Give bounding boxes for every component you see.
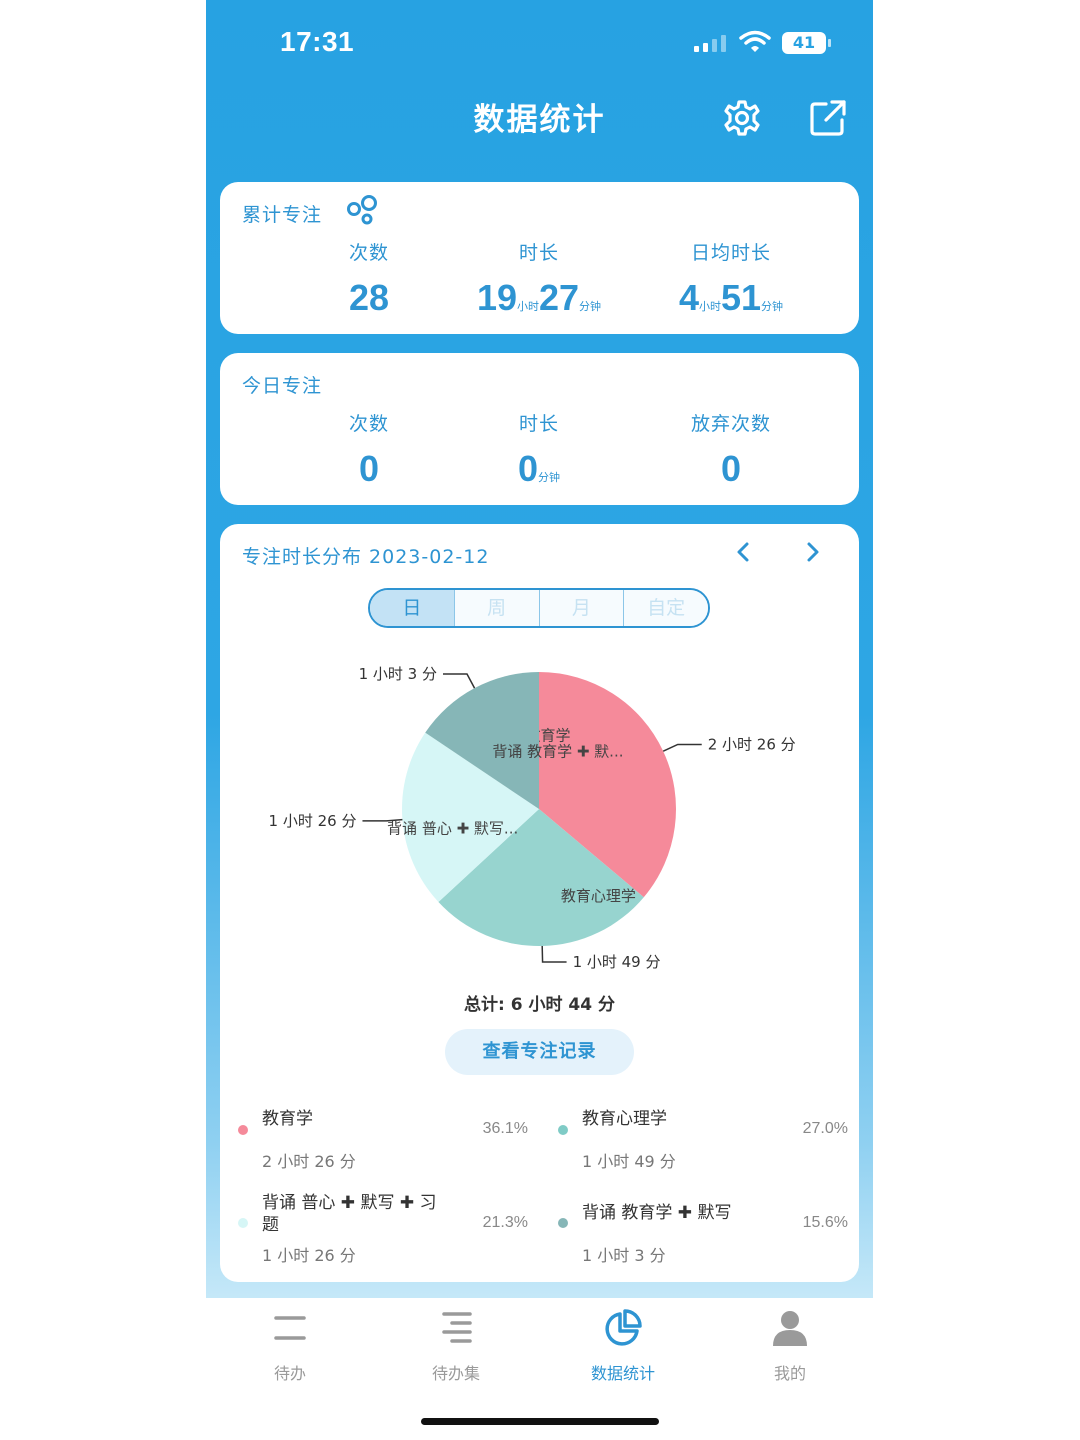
- legend-name: 背诵 教育学 ✚ 默写: [582, 1203, 732, 1223]
- pie-leader-line: [443, 673, 476, 689]
- cumulative-duration-hours: 19: [476, 277, 517, 318]
- person-icon: [773, 1311, 807, 1346]
- share-icon[interactable]: [808, 98, 848, 138]
- pie-slice-duration: 1 小时 49 分: [573, 953, 661, 971]
- status-time: 17:31: [280, 26, 355, 57]
- pie-slice-name: 背诵 普心 ✚ 默写...: [387, 819, 518, 837]
- view-records-button[interactable]: 查看专注记录: [445, 1029, 634, 1075]
- daily-average-minutes: 51: [720, 277, 762, 318]
- daily-average-hours: 4: [678, 277, 699, 318]
- daily-average-label: 日均时长: [690, 242, 771, 264]
- cumulative-duration-column: 时长 19小时27分钟: [439, 238, 639, 319]
- tab-label: 待办: [273, 1364, 306, 1383]
- today-duration-value: 0分钟: [439, 448, 639, 490]
- period-segmented-control: 日 周 月 自定: [368, 588, 710, 628]
- daily-average-column: 日均时长 4小时51分钟: [631, 238, 831, 319]
- minute-unit: 分钟: [579, 300, 602, 313]
- legend-name: 背诵 普心 ✚ 默写 ✚ 习题: [262, 1193, 437, 1235]
- pie-slice-duration: 2 小时 26 分: [708, 735, 796, 753]
- legend-dot: [558, 1125, 568, 1135]
- phone-screen: 17:31 41 数据统计 累计专注 次数 28 时长 19小时27分钟 日均时…: [206, 0, 873, 1440]
- legend-percent: 27.0%: [802, 1120, 848, 1137]
- tab-profile[interactable]: 我的: [730, 1308, 850, 1384]
- cumulative-duration-minutes: 27: [539, 277, 580, 318]
- legend-duration: 1 小时 26 分: [262, 1246, 356, 1265]
- abandon-count-value: 0: [720, 448, 742, 489]
- pie-slice-duration: 1 小时 3 分: [359, 665, 437, 683]
- pie-leader-line: [541, 945, 567, 963]
- legend-duration: 2 小时 26 分: [262, 1152, 356, 1171]
- legend-item: 背诵 教育学 ✚ 默写 1 小时 3 分 15.6%: [558, 1192, 848, 1272]
- daily-average-value: 4小时51分钟: [631, 277, 831, 319]
- today-duration-column: 时长 0分钟: [439, 409, 639, 490]
- cumulative-duration-value: 19小时27分钟: [439, 277, 639, 319]
- cumulative-duration-label: 时长: [518, 242, 559, 264]
- legend-duration: 1 小时 49 分: [582, 1152, 676, 1171]
- tab-custom[interactable]: 自定: [624, 590, 708, 626]
- list-icon: [274, 1316, 306, 1340]
- distribution-card: 专注时长分布 2023-02-12 日 周 月 自定 教育学 2 小时 26 分教…: [220, 524, 859, 1282]
- bubbles-icon: [347, 195, 377, 225]
- status-bar: 17:31 41: [206, 22, 873, 66]
- page-title: 数据统计: [473, 102, 606, 138]
- list-set-icon: [442, 1312, 472, 1343]
- legend-name: 教育学: [262, 1109, 313, 1129]
- legend-item: 背诵 普心 ✚ 默写 ✚ 习题 1 小时 26 分 21.3%: [238, 1192, 528, 1272]
- tab-todo[interactable]: 待办: [230, 1308, 350, 1384]
- tab-month[interactable]: 月: [539, 590, 625, 626]
- legend-percent: 36.1%: [482, 1120, 528, 1137]
- tab-label: 数据统计: [590, 1364, 655, 1383]
- chevron-right-icon[interactable]: [800, 540, 824, 564]
- today-title: 今日专注: [242, 375, 323, 397]
- tab-week[interactable]: 周: [454, 590, 540, 626]
- wifi-icon: [739, 30, 771, 52]
- legend-item: 教育学 2 小时 26 分 36.1%: [238, 1108, 528, 1188]
- pie-slice-duration: 1 小时 26 分: [269, 812, 357, 830]
- pie-slice-name: 背诵 教育学 ✚ 默...: [492, 742, 623, 760]
- legend-dot: [238, 1218, 248, 1228]
- legend-dot: [238, 1125, 248, 1135]
- tab-todo-set[interactable]: 待办集: [396, 1308, 516, 1384]
- legend-percent: 21.3%: [482, 1214, 528, 1231]
- legend-item: 教育心理学 1 小时 49 分 27.0%: [558, 1108, 848, 1188]
- home-indicator: [421, 1418, 659, 1425]
- cumulative-focus-card: 累计专注 次数 28 时长 19小时27分钟 日均时长 4小时51分钟: [220, 182, 859, 334]
- legend-percent: 15.6%: [802, 1214, 848, 1231]
- total-duration: 总计: 6 小时 44 分: [464, 995, 615, 1015]
- pie-leader-line: [362, 818, 403, 822]
- legend-dot: [558, 1218, 568, 1228]
- today-focus-card: 今日专注 次数 0 时长 0分钟 放弃次数 0: [220, 353, 859, 505]
- gear-icon[interactable]: [722, 98, 762, 138]
- pie-chart-icon: [605, 1309, 642, 1346]
- tab-statistics[interactable]: 数据统计: [563, 1308, 683, 1384]
- battery-cap: [828, 39, 831, 47]
- battery-indicator: 41: [782, 32, 826, 54]
- tab-day[interactable]: 日: [370, 590, 455, 626]
- hour-unit: 小时: [698, 300, 721, 313]
- distribution-title: 专注时长分布 2023-02-12: [242, 546, 490, 568]
- focus-pie-chart: 教育学2 小时 26 分教育心理学1 小时 49 分背诵 普心 ✚ 默写...1…: [269, 665, 796, 971]
- hour-unit: 小时: [517, 300, 539, 313]
- legend-duration: 1 小时 3 分: [582, 1246, 666, 1265]
- pie-slice-name: 教育心理学: [561, 887, 636, 905]
- cellular-signal-icon: [694, 35, 726, 52]
- cumulative-title: 累计专注: [242, 204, 323, 226]
- chevron-left-icon[interactable]: [732, 540, 756, 564]
- legend-name: 教育心理学: [582, 1109, 667, 1129]
- abandon-count-column: 放弃次数 0: [631, 409, 831, 490]
- tab-label: 我的: [773, 1364, 806, 1383]
- tab-label: 待办集: [431, 1364, 480, 1383]
- minute-unit: 分钟: [538, 471, 561, 484]
- minute-unit: 分钟: [761, 300, 784, 313]
- abandon-count-label: 放弃次数: [690, 413, 771, 435]
- pie-leader-line: [662, 743, 702, 752]
- today-duration-label: 时长: [518, 413, 559, 435]
- today-duration-minutes: 0: [517, 448, 539, 489]
